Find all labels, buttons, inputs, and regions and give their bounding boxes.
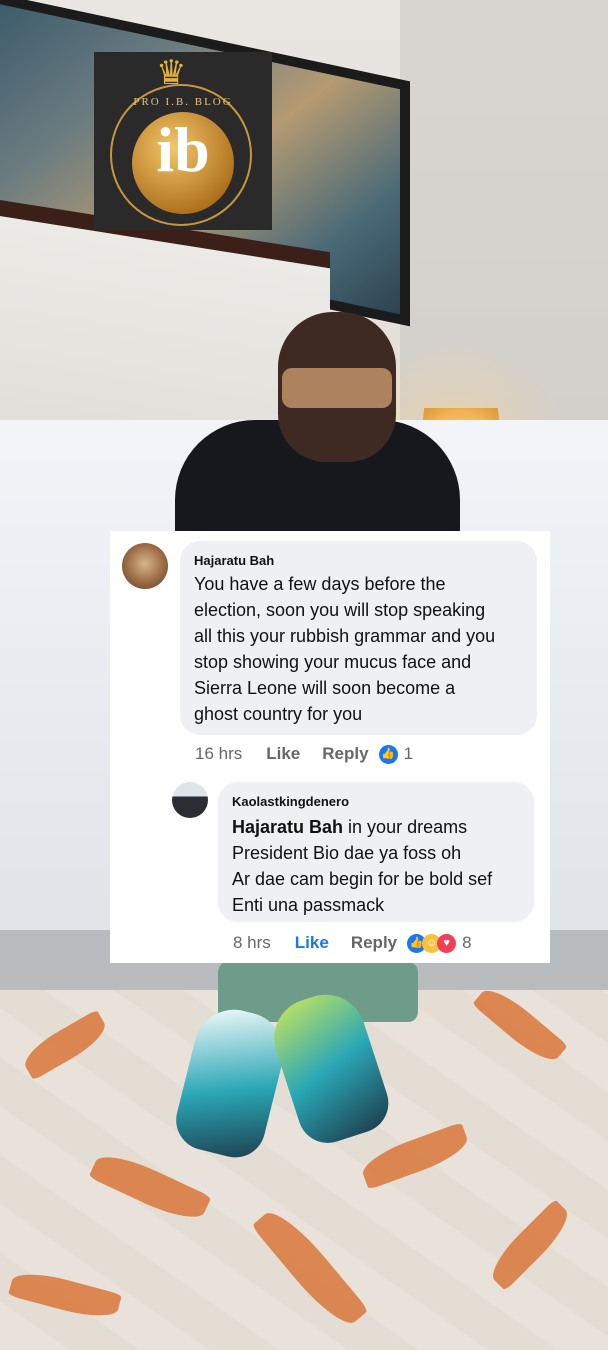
reply-time[interactable]: 8 hrs (233, 933, 271, 953)
reply-button[interactable]: Reply (322, 744, 368, 764)
sunglasses (282, 368, 392, 408)
comment-thread: Hajaratu Bah You have a few days before … (110, 531, 550, 963)
logo-text: PRO I.B. BLOG (133, 96, 233, 108)
comment-actions: 16 hrs Like Reply 👍 1 (195, 744, 413, 764)
reaction-count[interactable]: 8 (462, 933, 471, 953)
comment-time[interactable]: 16 hrs (195, 744, 242, 764)
reply-avatar[interactable] (172, 782, 208, 818)
avatar[interactable] (122, 543, 168, 589)
mention-link[interactable]: Hajaratu Bah (232, 817, 343, 837)
like-button[interactable]: Like (266, 744, 300, 764)
comment-text: You have a few days before the election,… (194, 574, 496, 724)
blog-logo: ♛ PRO I.B. BLOG ib (94, 52, 272, 230)
reply-text: Hajaratu Bah in your dreams President Bi… (232, 814, 532, 918)
logo-monogram: ib (156, 114, 210, 185)
reaction-count[interactable]: 1 (404, 744, 413, 764)
comment-author[interactable]: Hajaratu Bah (194, 553, 274, 568)
love-icon[interactable]: ♥ (437, 933, 457, 953)
like-button[interactable]: Like (295, 933, 329, 953)
reply-actions: 8 hrs Like Reply 👍 ☺ ♥ 8 (233, 933, 472, 953)
reply-author[interactable]: Kaolastkingdenero (232, 794, 349, 809)
comment-bubble: Hajaratu Bah You have a few days before … (180, 541, 537, 735)
reply-button[interactable]: Reply (351, 933, 397, 953)
like-icon[interactable]: 👍 (378, 744, 398, 764)
reply-bubble: Kaolastkingdenero Hajaratu Bah in your d… (218, 782, 534, 922)
